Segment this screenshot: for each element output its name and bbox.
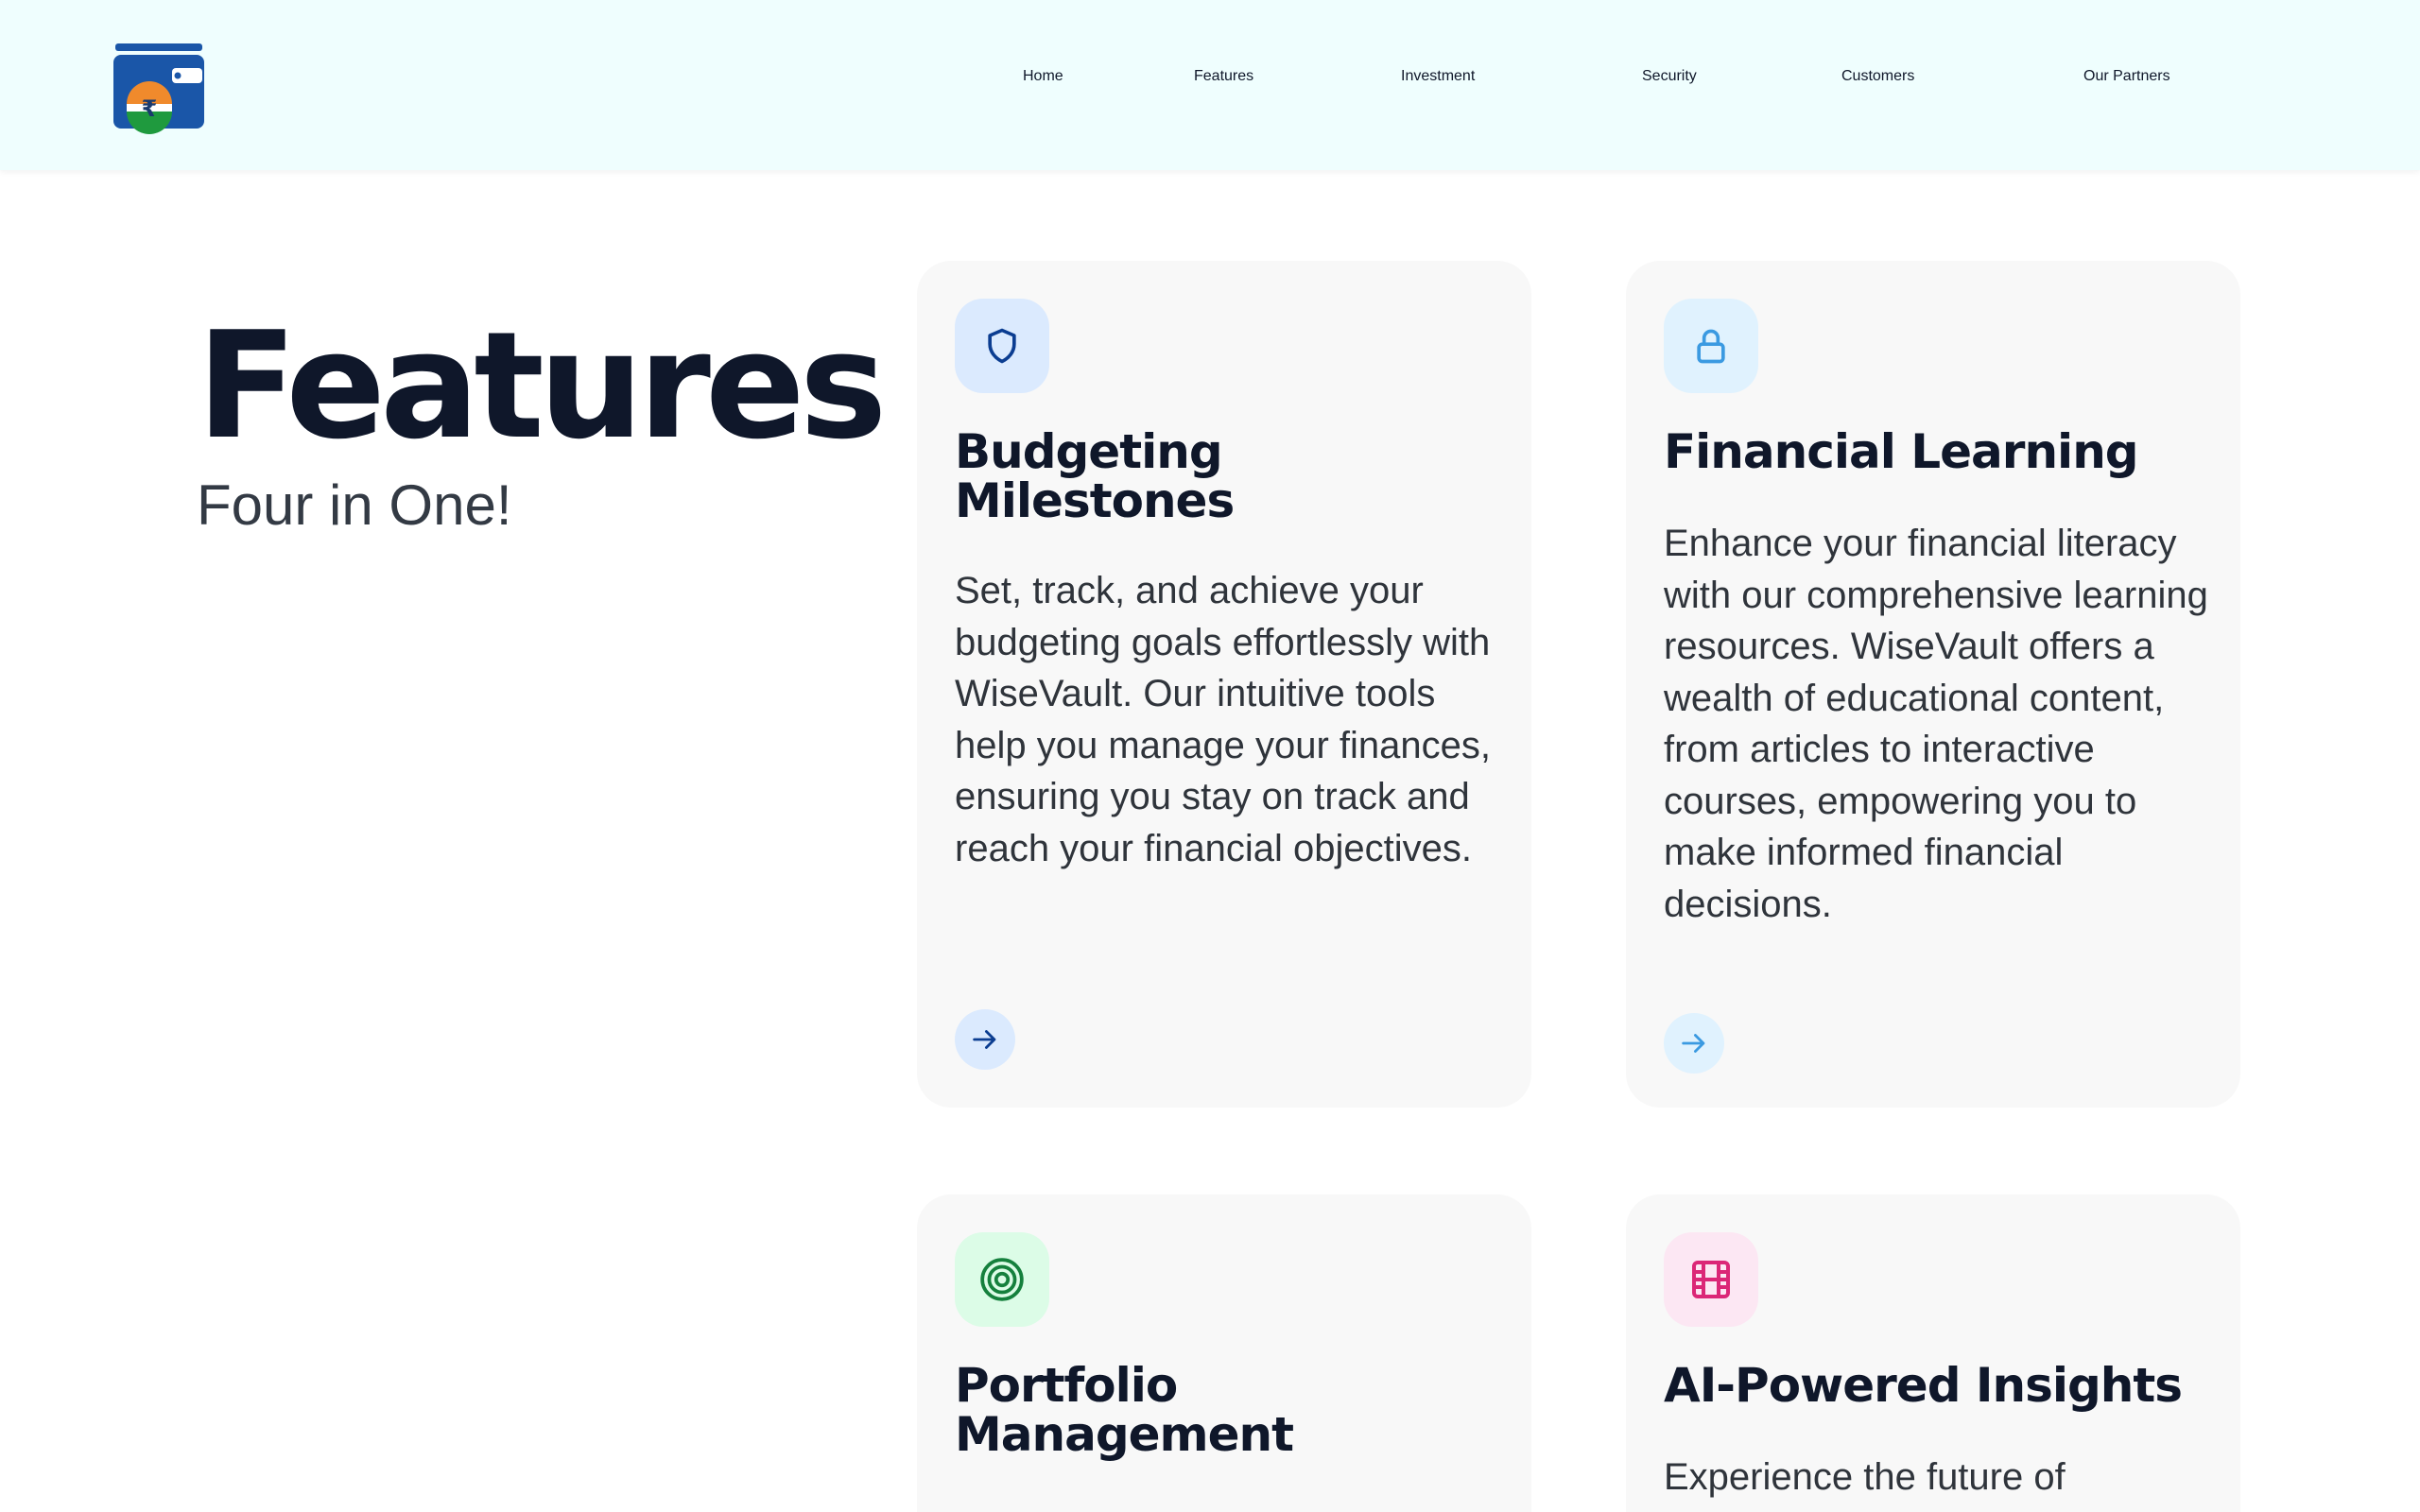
feature-card-portfolio: Portfolio Management (917, 1194, 1531, 1512)
nav-item-features[interactable]: Features (1194, 68, 1253, 117)
card-arrow-button[interactable] (955, 1009, 1015, 1070)
feature-card-budgeting: Budgeting Milestones Set, track, and ach… (917, 261, 1531, 1108)
arrow-right-icon (973, 1030, 996, 1049)
card-description: Set, track, and achieve your budgeting g… (955, 570, 1492, 869)
wallet-logo-icon[interactable]: ₹ (112, 42, 206, 136)
nav-item-investment[interactable]: Investment (1401, 68, 1475, 117)
card-icon-badge (1664, 299, 1758, 393)
page-title: Features (197, 300, 888, 472)
nav-item-customers[interactable]: Customers (1841, 68, 1914, 117)
nav-item-security[interactable]: Security (1642, 68, 1697, 117)
page-subtitle: Four in One! (197, 473, 512, 537)
card-arrow-button[interactable] (1664, 1013, 1724, 1074)
card-title: Budgeting Milestones (955, 424, 1235, 528)
lock-icon (1697, 329, 1725, 364)
feature-card-financial-learning: Financial Learning Enhance your financia… (1626, 261, 2240, 1108)
shield-icon (988, 328, 1016, 364)
card-title: AI-Powered Insights (1664, 1358, 2183, 1413)
top-navbar: ₹ Home Features Investment Security Cust… (0, 0, 2420, 170)
card-description: Experience the future of (1664, 1456, 2066, 1498)
svg-text:₹: ₹ (142, 95, 158, 122)
card-description: Enhance your financial literacy with our… (1664, 523, 2208, 925)
card-icon-badge (955, 1232, 1049, 1327)
nav-item-our-partners[interactable]: Our Partners (2083, 68, 2170, 117)
card-title: Portfolio Management (955, 1358, 1294, 1462)
target-icon (980, 1258, 1024, 1301)
card-icon-badge (955, 299, 1049, 393)
card-title: Financial Learning (1664, 424, 2139, 479)
nav-item-home[interactable]: Home (1023, 68, 1063, 117)
feature-card-ai-insights: AI-Powered Insights Experience the futur… (1626, 1194, 2240, 1512)
card-icon-badge (1664, 1232, 1758, 1327)
film-icon (1692, 1261, 1730, 1298)
arrow-right-icon (1682, 1034, 1705, 1053)
